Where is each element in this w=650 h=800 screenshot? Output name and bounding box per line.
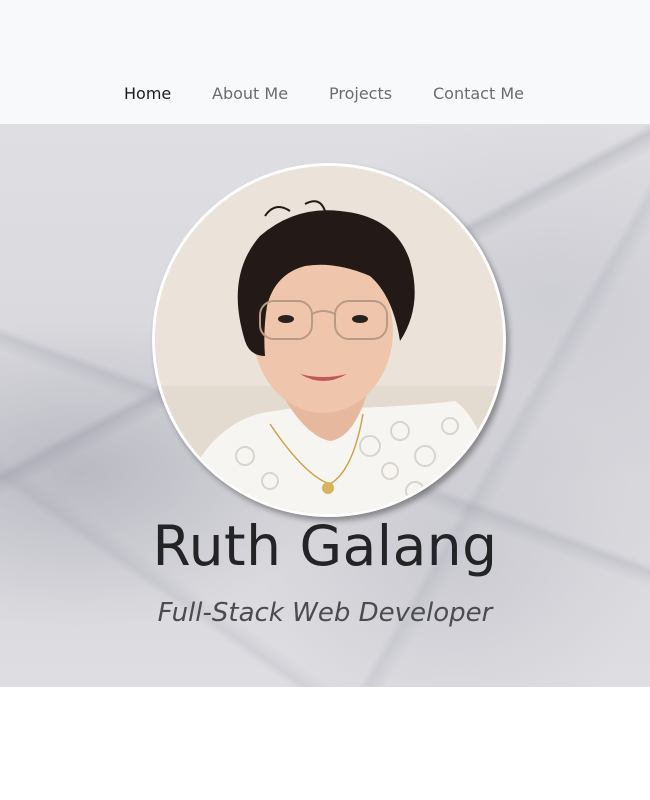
nav-link-contact-me[interactable]: Contact Me xyxy=(433,84,524,103)
hero-subtitle: Full-Stack Web Developer xyxy=(157,598,493,628)
hero-name: Ruth Galang xyxy=(152,514,498,578)
nav-link-about-me[interactable]: About Me xyxy=(212,84,288,103)
profile-photo-illustration xyxy=(155,166,503,514)
profile-photo xyxy=(152,163,506,517)
page-bottom-area xyxy=(0,687,650,800)
hero-section: Ruth Galang Full-Stack Web Developer xyxy=(0,124,650,687)
nav-link-home[interactable]: Home xyxy=(124,84,171,103)
main-nav: Home About Me Projects Contact Me xyxy=(0,84,650,108)
navbar: Home About Me Projects Contact Me xyxy=(0,0,650,124)
page: Home About Me Projects Contact Me Ruth G… xyxy=(0,0,650,800)
nav-link-projects[interactable]: Projects xyxy=(329,84,392,103)
